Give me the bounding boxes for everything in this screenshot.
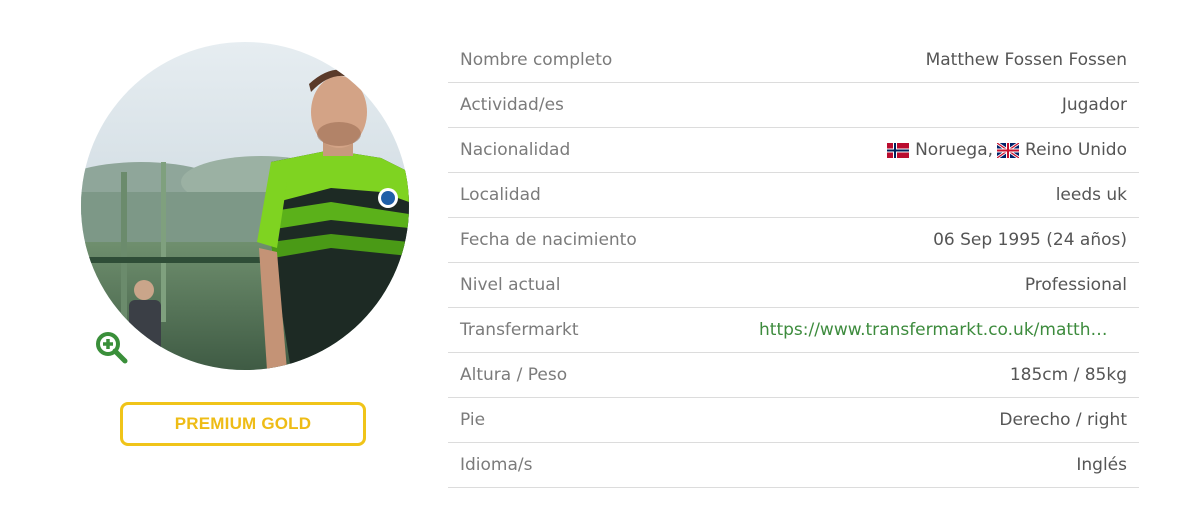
- info-value: 06 Sep 1995 (24 años): [933, 230, 1127, 250]
- info-value: 185cm / 85kg: [1009, 365, 1127, 385]
- player-profile: PREMIUM GOLD Nombre completo Matthew Fos…: [0, 0, 1201, 526]
- info-label: Nombre completo: [460, 50, 613, 70]
- nationality-value: Noruega, Reino Unido: [887, 140, 1127, 160]
- player-info-table: Nombre completo Matthew Fossen Fossen Ac…: [448, 38, 1139, 488]
- info-value: Matthew Fossen Fossen: [925, 50, 1127, 70]
- info-label: Transfermarkt: [460, 320, 579, 340]
- info-label: Altura / Peso: [460, 365, 568, 385]
- info-row-transfermarkt: Transfermarkt https://www.transfermarkt.…: [448, 308, 1139, 353]
- info-value: leeds uk: [1055, 185, 1127, 205]
- uk-flag-icon: [997, 142, 1020, 158]
- info-value: Inglés: [1076, 455, 1127, 475]
- info-row-height-weight: Altura / Peso 185cm / 85kg: [448, 353, 1139, 398]
- info-row-foot: Pie Derecho / right: [448, 398, 1139, 443]
- info-value: Jugador: [1061, 95, 1127, 115]
- info-row-location: Localidad leeds uk: [448, 173, 1139, 218]
- info-label: Localidad: [460, 185, 541, 205]
- zoom-in-icon[interactable]: [94, 330, 128, 364]
- nationality-country: Reino Unido: [1025, 140, 1127, 160]
- info-row-full-name: Nombre completo Matthew Fossen Fossen: [448, 38, 1139, 83]
- info-label: Fecha de nacimiento: [460, 230, 637, 250]
- norway-flag-icon: [887, 142, 910, 158]
- info-label: Nivel actual: [460, 275, 561, 295]
- info-row-languages: Idioma/s Inglés: [448, 443, 1139, 488]
- info-value: Professional: [1024, 275, 1127, 295]
- info-row-current-level: Nivel actual Professional: [448, 263, 1139, 308]
- player-photo[interactable]: [81, 42, 409, 370]
- info-row-nationality: Nacionalidad Noruega, Reino Unido: [448, 128, 1139, 173]
- info-row-birth-date: Fecha de nacimiento 06 Sep 1995 (24 años…: [448, 218, 1139, 263]
- player-photo-image: [81, 42, 409, 370]
- transfermarkt-link[interactable]: https://www.transfermarkt.co.uk/matthe..…: [759, 320, 1115, 340]
- info-label: Pie: [460, 410, 486, 430]
- info-label: Idioma/s: [460, 455, 533, 475]
- nationality-country: Noruega: [915, 140, 988, 160]
- info-value: Derecho / right: [999, 410, 1127, 430]
- info-label: Nacionalidad: [460, 140, 571, 160]
- info-row-activity: Actividad/es Jugador: [448, 83, 1139, 128]
- premium-gold-badge[interactable]: PREMIUM GOLD: [120, 402, 366, 446]
- info-label: Actividad/es: [460, 95, 564, 115]
